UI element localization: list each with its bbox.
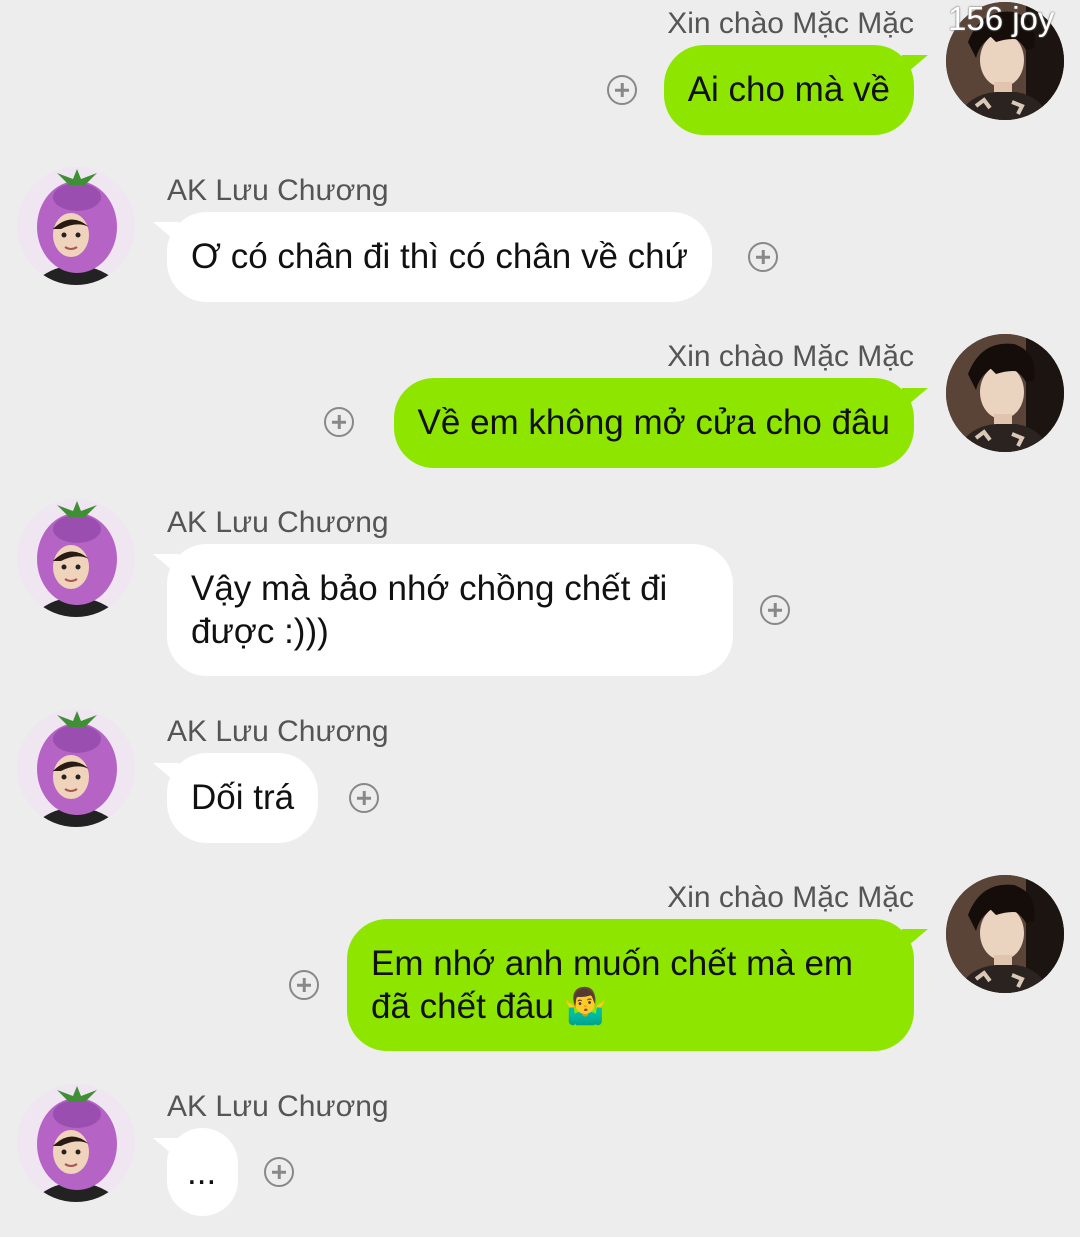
- incoming-message-bubble[interactable]: ...: [153, 1128, 238, 1216]
- avatar[interactable]: [17, 709, 135, 827]
- plus-circle-icon[interactable]: [324, 407, 354, 437]
- message-text: Ai cho mà về: [687, 70, 890, 109]
- watermark-text: 156 joy: [948, 0, 1055, 37]
- message-text-line: Em nhớ anh muốn chết mà em: [371, 944, 854, 983]
- sender-name: AK Lưu Chương: [167, 174, 389, 207]
- message-text-line: Vậy mà bảo nhớ chồng chết đi: [191, 569, 668, 608]
- sender-name: AK Lưu Chương: [167, 1090, 389, 1123]
- plus-circle-icon[interactable]: [760, 595, 790, 625]
- message-text-line: được :))): [191, 612, 329, 651]
- message-text: Dối trá: [191, 778, 295, 817]
- sender-name: AK Lưu Chương: [167, 715, 389, 748]
- sender-name: AK Lưu Chương: [167, 506, 389, 539]
- message-text-line: đã chết đâu 🤷‍♂️: [371, 987, 608, 1026]
- avatar[interactable]: [946, 875, 1064, 993]
- outgoing-message-bubble[interactable]: Em nhớ anh muốn chết mà em đã chết đâu 🤷…: [347, 919, 928, 1051]
- sender-name: Xin chào Mặc Mặc: [667, 7, 914, 40]
- plus-circle-icon[interactable]: [349, 783, 379, 813]
- sender-name: Xin chào Mặc Mặc: [667, 881, 914, 914]
- eggplant-hat-avatar-icon: [17, 499, 135, 617]
- plus-circle-icon[interactable]: [607, 75, 637, 105]
- avatar[interactable]: [17, 167, 135, 285]
- sender-name: Xin chào Mặc Mặc: [667, 340, 914, 373]
- plus-circle-icon[interactable]: [264, 1157, 294, 1187]
- message-text: ...: [187, 1153, 217, 1192]
- avatar[interactable]: [17, 499, 135, 617]
- incoming-message-bubble[interactable]: Ơ có chân đi thì có chân về chứ: [152, 212, 713, 302]
- message-text: Ơ có chân đi thì có chân về chứ: [191, 237, 689, 276]
- avatar[interactable]: [946, 334, 1064, 452]
- outgoing-message-bubble[interactable]: Về em không mở cửa cho đâu: [393, 378, 929, 468]
- message-text: Về em không mở cửa cho đâu: [417, 403, 890, 442]
- avatar[interactable]: [17, 1084, 135, 1202]
- eggplant-hat-avatar-icon: [17, 709, 135, 827]
- outgoing-message-bubble[interactable]: Ai cho mà về: [663, 45, 929, 135]
- plus-circle-icon[interactable]: [748, 242, 778, 272]
- plus-circle-icon[interactable]: [289, 970, 319, 1000]
- incoming-message-bubble[interactable]: Vậy mà bảo nhớ chồng chết đi được :))): [153, 544, 733, 676]
- man-avatar-icon: [946, 334, 1064, 452]
- incoming-message-bubble[interactable]: Dối trá: [152, 753, 319, 843]
- eggplant-hat-avatar-icon: [17, 167, 135, 285]
- man-avatar-icon: [946, 875, 1064, 993]
- eggplant-hat-avatar-icon: [17, 1084, 135, 1202]
